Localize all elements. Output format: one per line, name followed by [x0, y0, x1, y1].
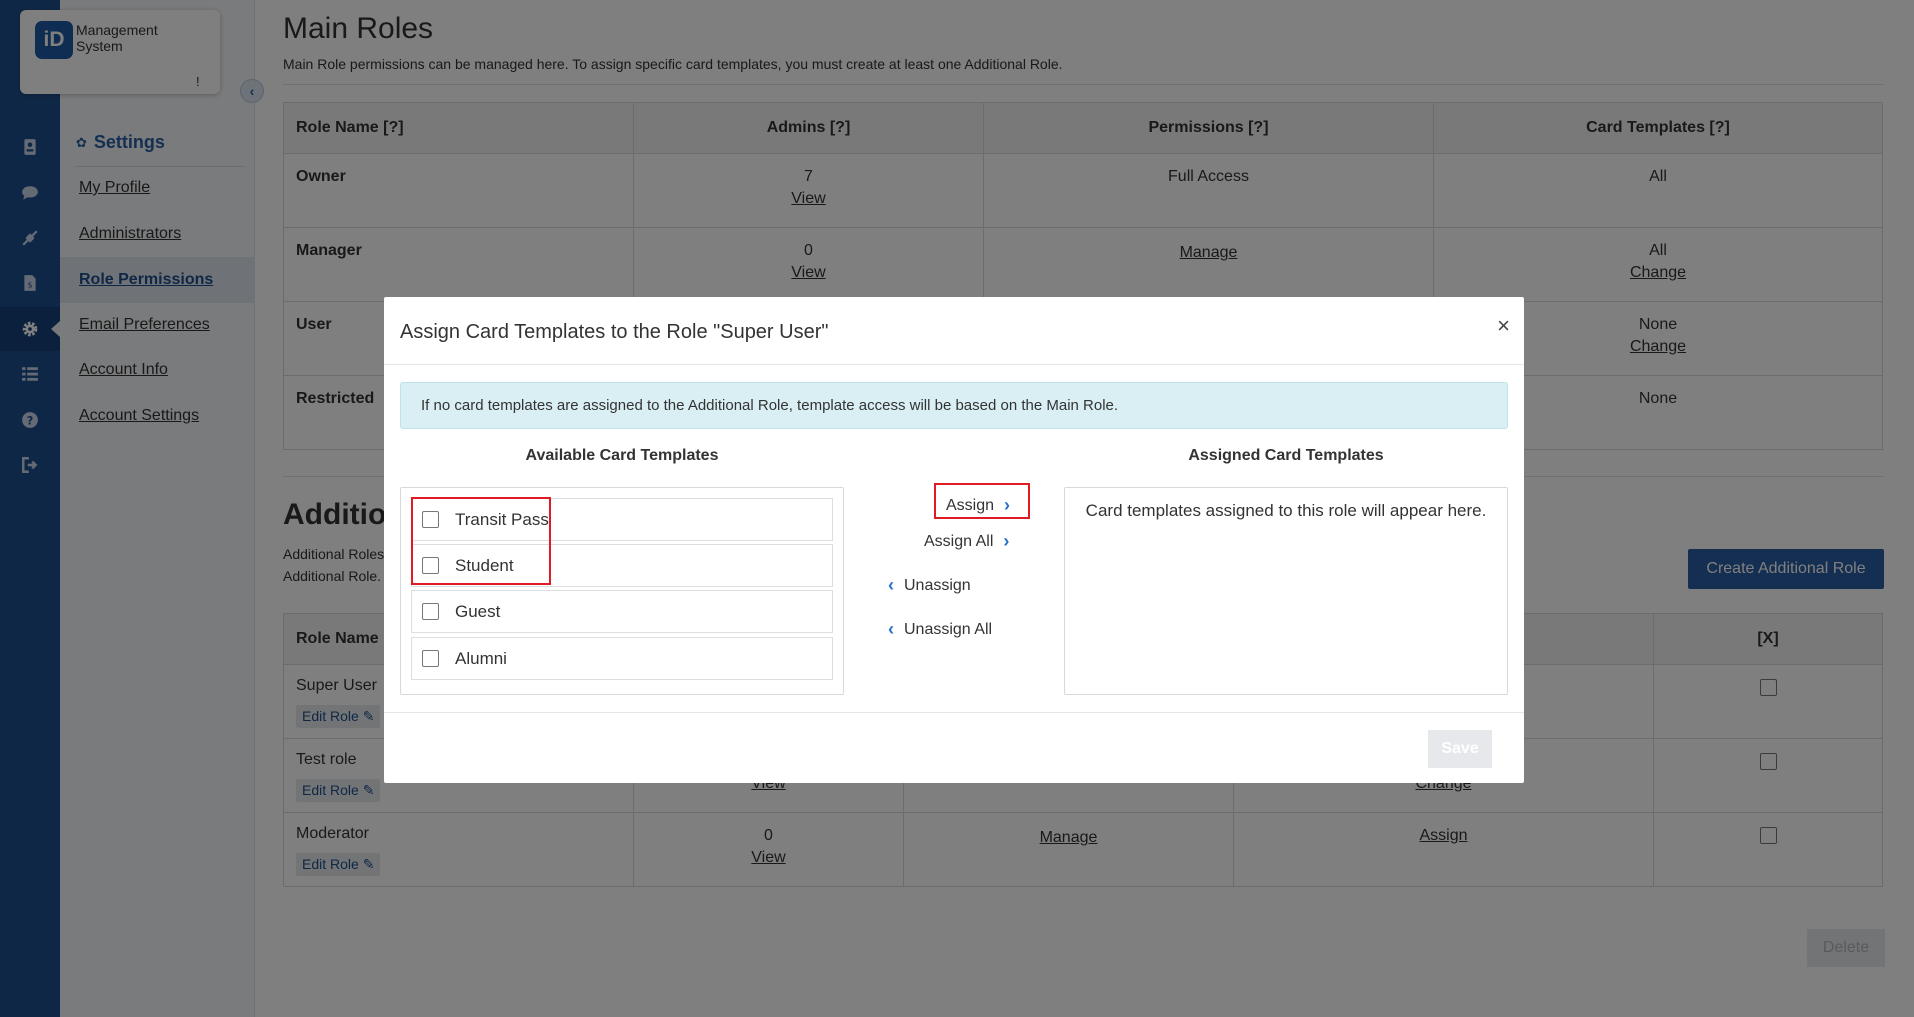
- save-button[interactable]: Save: [1428, 730, 1492, 768]
- divider: [384, 364, 1524, 365]
- highlight-box: [934, 483, 1030, 519]
- template-label: Alumni: [455, 648, 507, 668]
- template-label: Guest: [455, 601, 501, 621]
- available-heading: Available Card Templates: [525, 447, 719, 464]
- assign-all-label: Assign All: [924, 532, 994, 550]
- assign-all-button[interactable]: Assign All ›: [924, 531, 1009, 552]
- close-icon[interactable]: ×: [1497, 313, 1510, 339]
- info-alert: If no card templates are assigned to the…: [400, 382, 1508, 429]
- assign-templates-modal: Assign Card Templates to the Role "Super…: [384, 297, 1524, 783]
- chevron-left-icon: ‹: [888, 575, 894, 595]
- highlight-box: [411, 497, 551, 585]
- unassign-button[interactable]: ‹ Unassign: [888, 575, 971, 596]
- unassign-all-label: Unassign All: [904, 620, 993, 638]
- assigned-templates-list: Card templates assigned to this role wil…: [1064, 487, 1508, 695]
- chevron-right-icon: ›: [1003, 531, 1010, 551]
- unassign-label: Unassign: [904, 576, 971, 594]
- chevron-left-icon: ‹: [888, 619, 894, 639]
- unassign-all-button[interactable]: ‹ Unassign All: [888, 619, 992, 640]
- assigned-placeholder: Card templates assigned to this role wil…: [1085, 501, 1487, 520]
- modal-title: Assign Card Templates to the Role "Super…: [400, 321, 829, 343]
- list-item[interactable]: Guest: [411, 590, 833, 633]
- template-checkbox[interactable]: [422, 650, 439, 667]
- divider: [384, 712, 1524, 713]
- assigned-heading: Assigned Card Templates: [1188, 447, 1384, 464]
- template-checkbox[interactable]: [422, 603, 439, 620]
- list-item[interactable]: Alumni: [411, 637, 833, 680]
